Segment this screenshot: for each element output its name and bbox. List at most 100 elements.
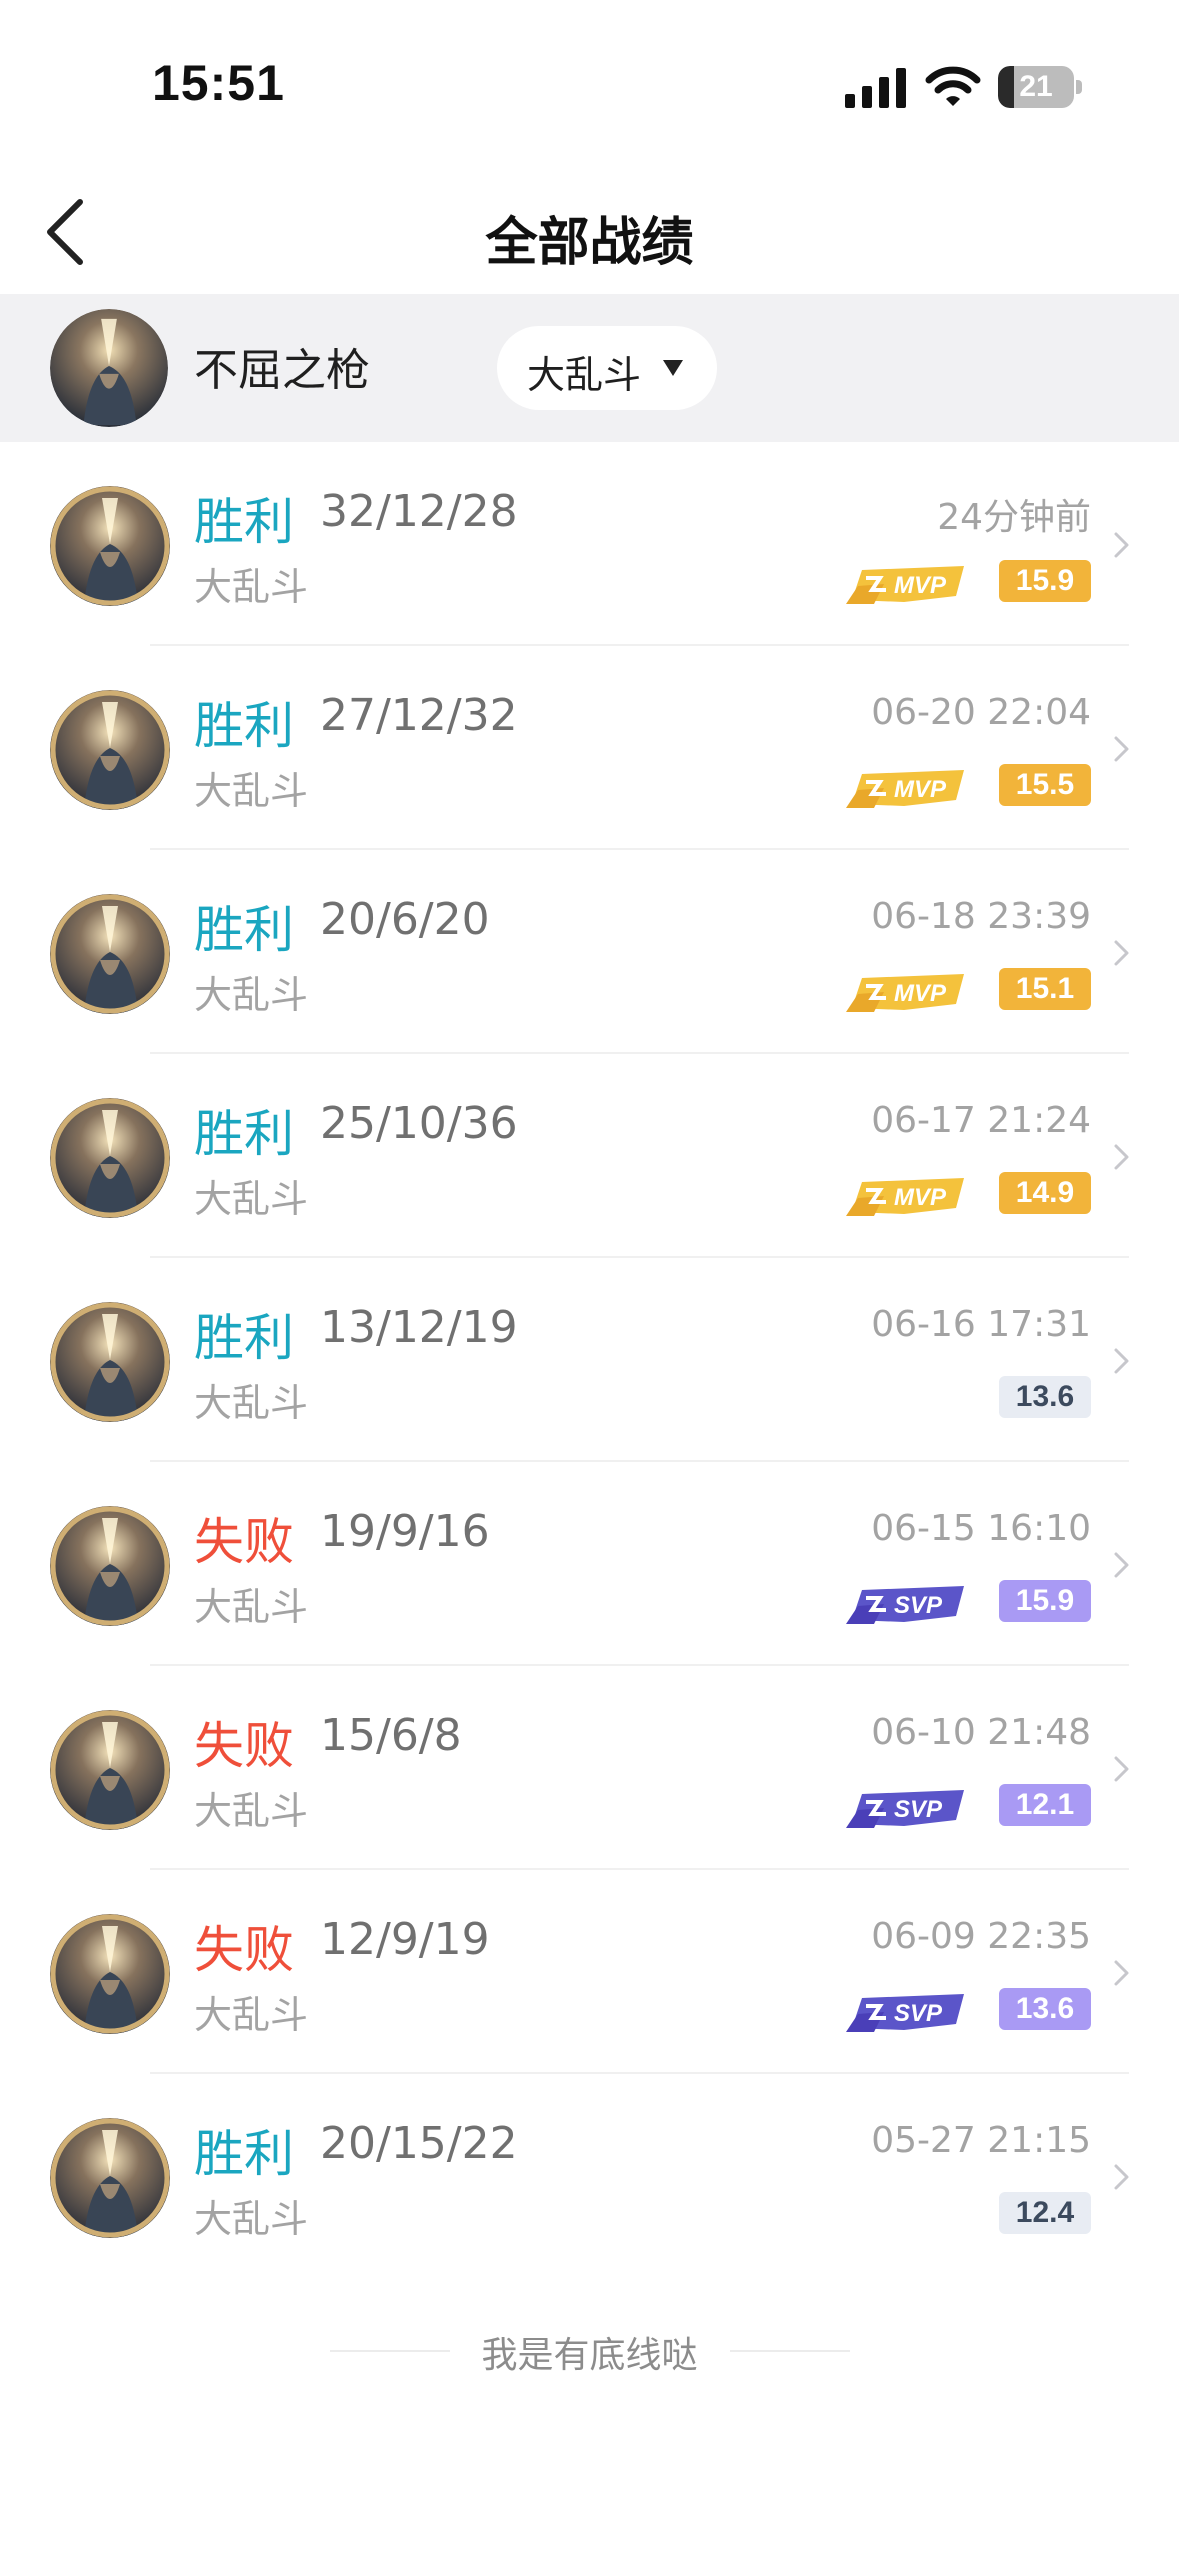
- battery-indicator: 21: [998, 66, 1082, 108]
- match-result: 失败: [194, 1513, 294, 1571]
- match-time: 06-17 21:24: [871, 1100, 1091, 1141]
- match-time: 06-20 22:04: [871, 692, 1091, 733]
- svp-badge-icon: SVP: [844, 1580, 970, 1626]
- hero-avatar: [50, 690, 170, 810]
- mode-dropdown-label: 大乱斗: [527, 353, 642, 397]
- match-result: 胜利: [194, 2125, 294, 2183]
- match-row[interactable]: 失败 12/9/19 大乱斗 06-09 22:35 SVP 13.6: [0, 1870, 1179, 2074]
- match-score: 15.1: [999, 968, 1091, 1010]
- hero-avatar: [50, 1506, 170, 1626]
- match-kda: 19/9/16: [320, 1506, 490, 1557]
- svp-badge-icon: SVP: [844, 1988, 970, 2034]
- list-end-footer: 我是有底线哒: [0, 2322, 1179, 2382]
- match-time: 06-09 22:35: [871, 1916, 1091, 1957]
- hero-avatar: [50, 486, 170, 606]
- chevron-right-icon: [1114, 1144, 1129, 1170]
- svg-text:SVP: SVP: [894, 1592, 943, 1619]
- match-kda: 27/12/32: [320, 690, 518, 741]
- match-time: 06-18 23:39: [871, 896, 1091, 937]
- match-mode: 大乱斗: [194, 2197, 309, 2241]
- match-score: 15.5: [999, 764, 1091, 806]
- svg-text:SVP: SVP: [894, 1796, 943, 1823]
- match-mode: 大乱斗: [194, 973, 309, 1017]
- svg-text:MVP: MVP: [894, 572, 947, 599]
- match-score: 15.9: [999, 560, 1091, 602]
- match-mode: 大乱斗: [194, 565, 309, 609]
- page-title: 全部战绩: [485, 213, 694, 273]
- mvp-badge-icon: MVP: [844, 1172, 970, 1218]
- match-time: 05-27 21:15: [871, 2120, 1091, 2161]
- match-score: 13.6: [999, 1988, 1091, 2030]
- chevron-right-icon: [1114, 1960, 1129, 1986]
- chevron-right-icon: [1114, 1552, 1129, 1578]
- match-score: 12.1: [999, 1784, 1091, 1826]
- match-score: 13.6: [999, 1376, 1091, 1418]
- status-bar: 15:51 21: [0, 0, 1179, 170]
- wifi-icon: [925, 66, 981, 106]
- match-row[interactable]: 胜利 20/6/20 大乱斗 06-18 23:39 MVP 15.1: [0, 850, 1179, 1054]
- hero-avatar: [50, 1098, 170, 1218]
- match-mode: 大乱斗: [194, 1177, 309, 1221]
- match-row[interactable]: 失败 15/6/8 大乱斗 06-10 21:48 SVP 12.1: [0, 1666, 1179, 1870]
- chevron-right-icon: [1114, 532, 1129, 558]
- match-kda: 12/9/19: [320, 1914, 490, 1965]
- match-mode: 大乱斗: [194, 1789, 309, 1833]
- match-score: 12.4: [999, 2192, 1091, 2234]
- match-result: 失败: [194, 1717, 294, 1775]
- player-name: 不屈之枪: [194, 345, 370, 396]
- svg-text:SVP: SVP: [894, 2000, 943, 2027]
- match-mode: 大乱斗: [194, 769, 309, 813]
- match-score: 15.9: [999, 1580, 1091, 1622]
- cellular-signal-icon: [845, 68, 906, 108]
- match-result: 失败: [194, 1921, 294, 1979]
- hero-avatar: [50, 2118, 170, 2238]
- match-row[interactable]: 胜利 27/12/32 大乱斗 06-20 22:04 MVP 15.5: [0, 646, 1179, 850]
- match-row[interactable]: 胜利 20/15/22 大乱斗 05-27 21:15 12.4: [0, 2074, 1179, 2278]
- mode-dropdown[interactable]: 大乱斗: [497, 326, 717, 410]
- chevron-right-icon: [1114, 1756, 1129, 1782]
- svp-badge-icon: SVP: [844, 1784, 970, 1830]
- match-kda: 20/15/22: [320, 2118, 518, 2169]
- mvp-badge-icon: MVP: [844, 968, 970, 1014]
- hero-avatar: [50, 1914, 170, 2034]
- status-time: 15:51: [152, 55, 285, 111]
- chevron-right-icon: [1114, 736, 1129, 762]
- match-mode: 大乱斗: [194, 1585, 309, 1629]
- match-kda: 15/6/8: [320, 1710, 462, 1761]
- match-row[interactable]: 胜利 32/12/28 大乱斗 24分钟前 MVP 15.9: [0, 442, 1179, 646]
- match-time: 06-10 21:48: [871, 1712, 1091, 1753]
- chevron-right-icon: [1114, 2164, 1129, 2190]
- match-time: 06-16 17:31: [871, 1304, 1091, 1345]
- match-kda: 13/12/19: [320, 1302, 518, 1353]
- match-kda: 25/10/36: [320, 1098, 518, 1149]
- match-result: 胜利: [194, 697, 294, 755]
- mvp-badge-icon: MVP: [844, 560, 970, 606]
- match-kda: 20/6/20: [320, 894, 490, 945]
- hero-avatar: [50, 1302, 170, 1422]
- match-row[interactable]: 胜利 13/12/19 大乱斗 06-16 17:31 13.6: [0, 1258, 1179, 1462]
- svg-text:MVP: MVP: [894, 980, 947, 1007]
- match-time: 24分钟前: [937, 497, 1091, 538]
- match-mode: 大乱斗: [194, 1381, 309, 1425]
- battery-level: 21: [1019, 70, 1053, 103]
- match-row[interactable]: 胜利 25/10/36 大乱斗 06-17 21:24 MVP 14.9: [0, 1054, 1179, 1258]
- match-kda: 32/12/28: [320, 486, 518, 537]
- hero-avatar: [50, 1710, 170, 1830]
- caret-down-icon: [663, 360, 683, 376]
- svg-text:MVP: MVP: [894, 1184, 947, 1211]
- match-result: 胜利: [194, 1105, 294, 1163]
- chevron-right-icon: [1114, 940, 1129, 966]
- match-result: 胜利: [194, 1309, 294, 1367]
- hero-avatar: [50, 894, 170, 1014]
- match-mode: 大乱斗: [194, 1993, 309, 2037]
- filter-bar: 不屈之枪 大乱斗: [0, 294, 1179, 442]
- match-result: 胜利: [194, 901, 294, 959]
- player-avatar[interactable]: [50, 309, 168, 427]
- match-row[interactable]: 失败 19/9/16 大乱斗 06-15 16:10 SVP 15.9: [0, 1462, 1179, 1666]
- chevron-right-icon: [1114, 1348, 1129, 1374]
- match-time: 06-15 16:10: [871, 1508, 1091, 1549]
- mvp-badge-icon: MVP: [844, 764, 970, 810]
- svg-text:MVP: MVP: [894, 776, 947, 803]
- nav-bar: 全部战绩: [0, 170, 1179, 294]
- match-result: 胜利: [194, 493, 294, 551]
